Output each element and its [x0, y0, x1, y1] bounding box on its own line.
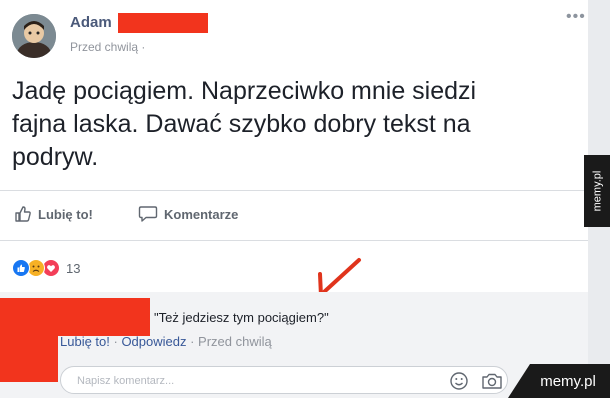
watermark-side-text: memy.pl	[591, 170, 603, 212]
redaction-commenter-avatar	[0, 336, 58, 382]
post-text-line: podryw.	[12, 143, 99, 171]
post-options-button[interactable]: •••	[566, 8, 586, 26]
camera-icon[interactable]	[481, 372, 503, 390]
avatar-picture	[12, 14, 56, 58]
comment-timestamp[interactable]: Przed chwilą	[198, 334, 272, 349]
post-text-line: Jadę pociągiem. Naprzeciwko mnie siedzi	[12, 77, 477, 105]
post-text-line: fajna laska. Dawać szybko dobry tekst na	[12, 110, 471, 138]
comment-actions: Lubię to! · Odpowiedz · Przed chwilą	[60, 334, 272, 349]
comment-button[interactable]: Komentarze	[138, 203, 238, 225]
comment-like-link[interactable]: Lubię to!	[60, 334, 110, 349]
author-name[interactable]: Adam	[70, 14, 112, 31]
separator: ·	[186, 334, 199, 349]
watermark-side: memy.pl	[584, 155, 610, 227]
comment-reply-link[interactable]: Odpowiedz	[121, 334, 186, 349]
divider	[0, 190, 588, 191]
reactions-summary[interactable]: 13	[12, 259, 80, 277]
comment-input[interactable]	[75, 371, 439, 391]
divider	[0, 240, 588, 241]
post-text: Jadę pociągiem. Naprzeciwko mnie siedzi …	[12, 75, 572, 174]
comment-button-label: Komentarze	[164, 206, 239, 222]
emoji-icon[interactable]	[449, 371, 469, 391]
thumbs-up-icon	[15, 206, 31, 222]
separator: ·	[109, 334, 122, 349]
post-timestamp[interactable]: Przed chwilą ·	[70, 40, 145, 54]
author-avatar[interactable]	[12, 14, 56, 58]
comment-composer[interactable]	[60, 366, 508, 394]
reactions-count: 13	[66, 260, 81, 276]
comment-icon	[138, 206, 158, 222]
comment-text: "Też jedziesz tym pociągiem?"	[154, 310, 329, 325]
redaction-commenter-name	[0, 298, 150, 336]
like-button[interactable]: Lubię to!	[14, 203, 93, 225]
like-icon	[12, 259, 30, 277]
like-button-label: Lubię to!	[38, 206, 93, 222]
watermark-corner-text: memy.pl	[540, 372, 596, 390]
redaction-author-surname	[118, 13, 208, 33]
